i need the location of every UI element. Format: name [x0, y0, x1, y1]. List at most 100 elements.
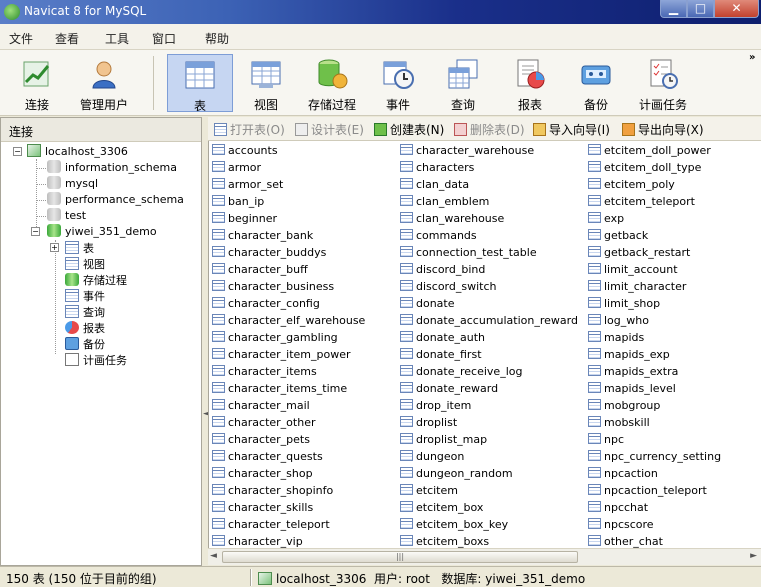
table-list-item[interactable]: beginner [212, 212, 277, 229]
table-list-item[interactable]: character_shopinfo [212, 484, 333, 501]
tree-connection-localhost[interactable]: localhost_3306 [27, 144, 128, 160]
tree-node-backups[interactable]: 备份 [65, 336, 105, 352]
table-list-item[interactable]: dungeon_random [400, 467, 513, 484]
table-list-item[interactable]: etcitem_doll_type [588, 161, 701, 178]
toolbar-overflow-chevron-icon[interactable]: » [749, 52, 755, 63]
table-list-item[interactable]: character_pets [212, 433, 310, 450]
tree-node-tables[interactable]: 表 [65, 240, 94, 256]
table-list-item[interactable]: other_chat [588, 535, 663, 548]
table-list-item[interactable]: discord_bind [400, 263, 485, 280]
toolbar-view-button[interactable]: 视图 [236, 54, 296, 112]
table-list-item[interactable]: donate_receive_log [400, 365, 522, 382]
toolbar-report-button[interactable]: 报表 [500, 54, 560, 112]
table-list-item[interactable]: character_config [212, 297, 320, 314]
table-list-item[interactable]: clan_emblem [400, 195, 489, 212]
scrollbar-thumb[interactable]: ||| [222, 551, 578, 563]
toolbar-connect-button[interactable]: 连接 [6, 54, 68, 112]
table-list-item[interactable]: character_teleport [212, 518, 330, 535]
table-list-item[interactable]: character_shop [212, 467, 313, 484]
table-list-item[interactable]: mobskill [588, 416, 650, 433]
table-list-item[interactable]: drop_item [400, 399, 471, 416]
table-list-item[interactable]: donate_first [400, 348, 482, 365]
table-list-item[interactable]: dungeon [400, 450, 464, 467]
table-list-item[interactable]: accounts [212, 144, 278, 161]
close-button[interactable]: ✕ [714, 0, 759, 18]
table-list-item[interactable]: character_items_time [212, 382, 347, 399]
table-list-item[interactable]: donate [400, 297, 455, 314]
toolbar-backup-button[interactable]: 备份 [568, 54, 624, 112]
table-list-item[interactable]: character_warehouse [400, 144, 534, 161]
create-table-button[interactable]: 创建表(N) [374, 121, 444, 138]
tree-node-schedules[interactable]: 计画任务 [65, 352, 127, 368]
toolbar-schedule-button[interactable]: 计画任务 [632, 54, 694, 112]
table-list-item[interactable]: etcitem_teleport [588, 195, 695, 212]
toolbar-table-button[interactable]: 表 [167, 54, 233, 113]
minimize-button[interactable]: ▁ [660, 0, 687, 18]
table-list-item[interactable]: mapids_level [588, 382, 676, 399]
table-list-item[interactable]: mapids [588, 331, 644, 348]
table-list-item[interactable]: clan_warehouse [400, 212, 504, 229]
table-list-item[interactable]: npcchat [588, 501, 648, 518]
table-list-item[interactable]: character_item_power [212, 348, 351, 365]
table-list-item[interactable]: npc_currency_setting [588, 450, 721, 467]
table-list-item[interactable]: droplist [400, 416, 457, 433]
scroll-right-arrow-icon[interactable]: ► [750, 551, 757, 561]
design-table-button[interactable]: 设计表(E) [295, 121, 364, 138]
table-list-item[interactable]: character_bank [212, 229, 313, 246]
table-list[interactable]: accounts armor armor_set ban_ip beginner char… [208, 141, 761, 548]
table-list-item[interactable]: etcitem_box [400, 501, 483, 518]
tree-node-reports[interactable]: 报表 [65, 320, 105, 336]
expand-tables-toggle[interactable]: + [50, 243, 59, 252]
delete-table-button[interactable]: 删除表(D) [454, 121, 525, 138]
table-list-item[interactable]: clan_data [400, 178, 469, 195]
table-list-item[interactable]: character_gambling [212, 331, 338, 348]
toolbar-manage-users-button[interactable]: 管理用户 [72, 54, 136, 112]
table-list-item[interactable]: npc [588, 433, 624, 450]
table-list-item[interactable]: npcscore [588, 518, 654, 535]
table-list-item[interactable]: npcaction [588, 467, 658, 484]
maximize-button[interactable]: □ [687, 0, 714, 18]
table-list-item[interactable]: exp [588, 212, 624, 229]
table-list-item[interactable]: getback_restart [588, 246, 690, 263]
table-list-item[interactable]: commands [400, 229, 477, 246]
horizontal-scrollbar[interactable]: ◄ ||| ► [208, 548, 761, 565]
tree-db-performance-schema[interactable]: performance_schema [47, 192, 184, 208]
table-list-item[interactable]: donate_auth [400, 331, 485, 348]
table-list-item[interactable]: connection_test_table [400, 246, 537, 263]
table-list-item[interactable]: etcitem_box_key [400, 518, 508, 535]
table-list-item[interactable]: etcitem_doll_power [588, 144, 711, 161]
table-list-item[interactable]: armor [212, 161, 261, 178]
table-list-item[interactable]: character_other [212, 416, 315, 433]
table-list-item[interactable]: droplist_map [400, 433, 487, 450]
table-list-item[interactable]: character_buff [212, 263, 308, 280]
tree-node-queries[interactable]: 查询 [65, 304, 105, 320]
table-list-item[interactable]: discord_switch [400, 280, 496, 297]
tree-node-events[interactable]: 事件 [65, 288, 105, 304]
table-list-item[interactable]: getback [588, 229, 648, 246]
table-list-item[interactable]: character_business [212, 280, 334, 297]
table-list-item[interactable]: etcitem [400, 484, 458, 501]
table-list-item[interactable]: limit_account [588, 263, 678, 280]
menu-file[interactable]: 文件 [9, 30, 33, 47]
scroll-left-arrow-icon[interactable]: ◄ [210, 551, 217, 561]
tree-db-test[interactable]: test [47, 208, 86, 224]
menu-view[interactable]: 查看 [55, 30, 79, 47]
table-list-item[interactable]: mapids_extra [588, 365, 678, 382]
table-list-item[interactable]: character_buddys [212, 246, 326, 263]
table-list-item[interactable]: character_skills [212, 501, 313, 518]
table-list-item[interactable]: character_items [212, 365, 317, 382]
import-wizard-button[interactable]: 导入向导(I) [533, 121, 610, 138]
table-list-item[interactable]: character_elf_warehouse [212, 314, 365, 331]
table-list-item[interactable]: etcitem_boxs [400, 535, 489, 548]
table-list-item[interactable]: ban_ip [212, 195, 264, 212]
table-list-item[interactable]: npcaction_teleport [588, 484, 707, 501]
table-list-item[interactable]: character_vip [212, 535, 303, 548]
table-list-item[interactable]: donate_reward [400, 382, 498, 399]
table-list-item[interactable]: armor_set [212, 178, 283, 195]
toolbar-event-button[interactable]: 事件 [370, 54, 426, 112]
menu-tools[interactable]: 工具 [105, 30, 129, 47]
table-list-item[interactable]: mobgroup [588, 399, 660, 416]
tree-db-information-schema[interactable]: information_schema [47, 160, 177, 176]
tree-node-procedures[interactable]: 存储过程 [65, 272, 127, 288]
open-table-button[interactable]: 打开表(O) [214, 121, 285, 138]
